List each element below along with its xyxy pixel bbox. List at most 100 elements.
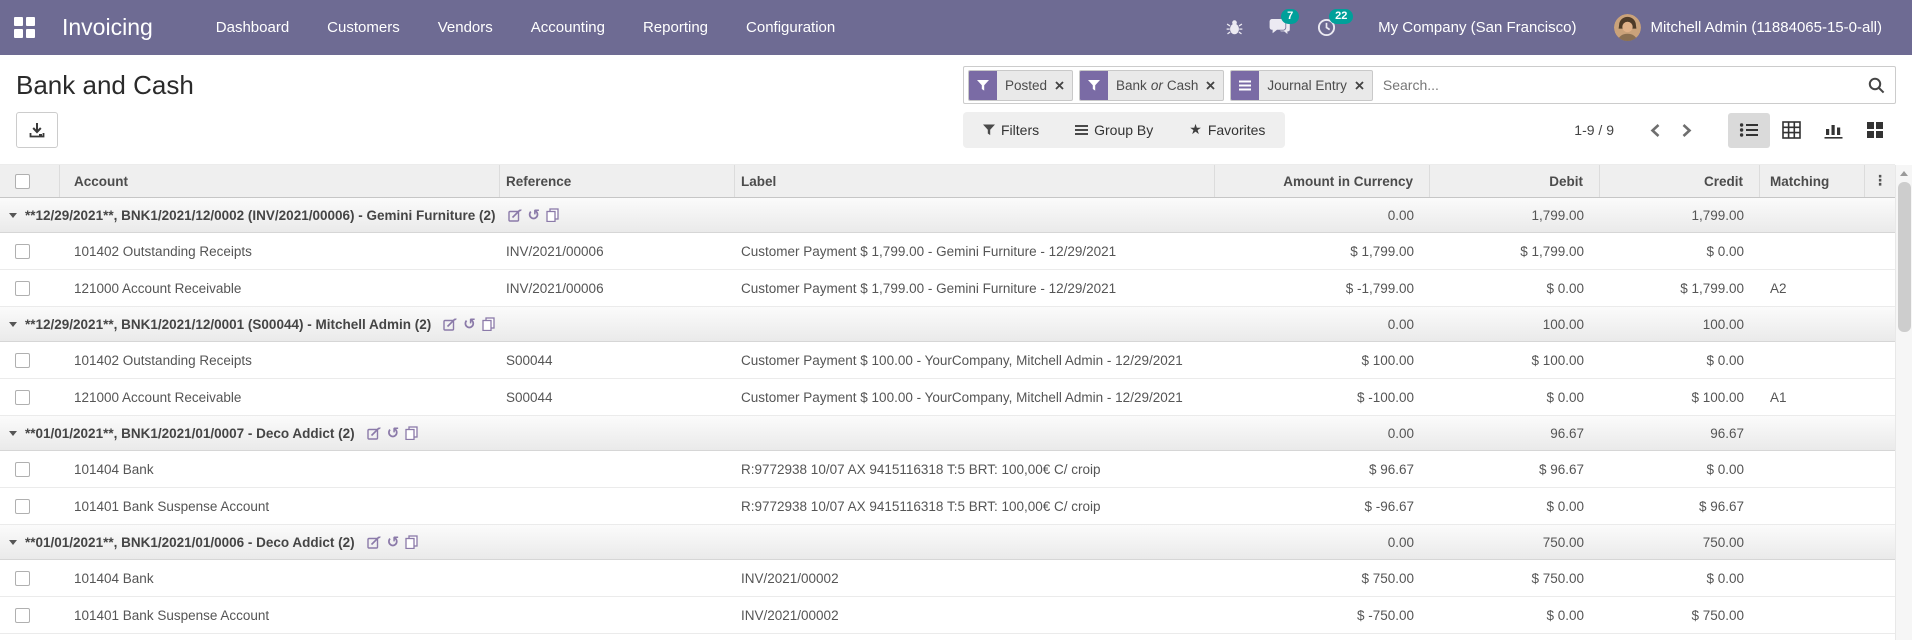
cell-matching: A2	[1770, 280, 1787, 296]
menu-dashboard[interactable]: Dashboard	[197, 0, 308, 55]
menu-accounting[interactable]: Accounting	[512, 0, 624, 55]
cell-label: R:9772938 10/07 AX 9415116318 T:5 BRT: 1…	[741, 461, 1101, 477]
journal-item-row[interactable]: 101404 Bank INV/2021/00002 $ 750.00 $ 75…	[0, 560, 1895, 597]
duplicate-icon[interactable]	[405, 535, 418, 549]
graph-view-button[interactable]	[1812, 113, 1854, 148]
header-reference[interactable]: Reference	[500, 165, 735, 197]
edit-icon[interactable]	[366, 535, 381, 549]
select-all-checkbox[interactable]	[15, 173, 30, 189]
group-label: **01/01/2021**, BNK1/2021/01/0006 - Deco…	[25, 534, 355, 550]
duplicate-icon[interactable]	[546, 208, 559, 222]
undo-icon[interactable]: ↺	[528, 207, 541, 222]
company-switcher[interactable]: My Company (San Francisco)	[1378, 19, 1576, 36]
search-input[interactable]	[1378, 77, 1860, 93]
cell-account: 101401 Bank Suspense Account	[74, 498, 270, 514]
menu-configuration[interactable]: Configuration	[727, 0, 854, 55]
undo-icon[interactable]: ↺	[463, 316, 476, 331]
undo-icon[interactable]: ↺	[387, 534, 400, 549]
remove-facet-icon[interactable]	[1206, 71, 1223, 100]
group-credit: 96.67	[1710, 425, 1744, 441]
group-amount: 0.00	[1387, 425, 1414, 441]
group-by-button[interactable]: Group By	[1075, 122, 1153, 138]
row-checkbox[interactable]	[15, 461, 30, 477]
header-debit[interactable]: Debit	[1430, 165, 1600, 197]
favorites-button[interactable]: ★ Favorites	[1189, 122, 1265, 138]
pager-next-icon[interactable]	[1671, 119, 1702, 142]
cell-account: 101402 Outstanding Receipts	[74, 243, 252, 259]
remove-facet-icon[interactable]	[1355, 71, 1372, 100]
edit-icon[interactable]	[443, 317, 458, 331]
kanban-view-button[interactable]	[1854, 113, 1896, 148]
undo-icon[interactable]: ↺	[387, 425, 400, 440]
header-amount-in-currency[interactable]: Amount in Currency	[1215, 165, 1430, 197]
journal-item-row[interactable]: 101401 Bank Suspense Account INV/2021/00…	[0, 597, 1895, 634]
scrollbar-up-arrow[interactable]	[1896, 165, 1912, 181]
pager-previous-icon[interactable]	[1640, 119, 1671, 142]
header-matching[interactable]: Matching	[1760, 165, 1865, 197]
user-menu[interactable]: Mitchell Admin (11884065-15-0-all)	[1614, 14, 1882, 41]
row-checkbox[interactable]	[15, 352, 30, 368]
row-checkbox[interactable]	[15, 389, 30, 405]
group-amount: 0.00	[1387, 207, 1414, 223]
journal-item-row[interactable]: 121000 Account Receivable S00044 Custome…	[0, 379, 1895, 416]
duplicate-icon[interactable]	[482, 317, 495, 331]
journal-item-row[interactable]: 121000 Account Receivable INV/2021/00006…	[0, 270, 1895, 307]
messages-icon[interactable]: 7	[1269, 9, 1300, 37]
cell-credit: $ 100.00	[1691, 389, 1744, 405]
group-row[interactable]: **01/01/2021**, BNK1/2021/01/0006 - Deco…	[0, 525, 1895, 560]
pivot-view-button[interactable]	[1770, 113, 1812, 148]
group-actions: ↺	[443, 316, 501, 331]
app-name[interactable]: Invoicing	[62, 14, 153, 41]
facet-posted: Posted	[968, 69, 1074, 101]
cell-account: 101401 Bank Suspense Account	[74, 607, 270, 623]
scrollbar-thumb[interactable]	[1898, 182, 1911, 332]
menu-vendors[interactable]: Vendors	[419, 0, 512, 55]
header-label[interactable]: Label	[735, 165, 1215, 197]
edit-icon[interactable]	[366, 426, 381, 440]
activities-clock-icon[interactable]: 22	[1317, 9, 1354, 37]
list-view-button[interactable]	[1728, 112, 1770, 148]
journal-item-row[interactable]: 101404 Bank R:9772938 10/07 AX 941511631…	[0, 451, 1895, 488]
table-body: **12/29/2021**, BNK1/2021/12/0002 (INV/2…	[0, 198, 1912, 634]
journal-item-row[interactable]: 101401 Bank Suspense Account R:9772938 1…	[0, 488, 1895, 525]
group-label: **12/29/2021**, BNK1/2021/12/0002 (INV/2…	[25, 207, 496, 223]
caret-down-icon[interactable]	[9, 539, 17, 545]
optional-columns-cell: ⋮	[1865, 165, 1895, 197]
cell-label: Customer Payment $ 1,799.00 - Gemini Fur…	[741, 243, 1117, 259]
journal-item-row[interactable]: 101402 Outstanding Receipts S00044 Custo…	[0, 342, 1895, 379]
search-icon[interactable]	[1868, 77, 1885, 94]
export-button[interactable]	[16, 112, 58, 148]
menu-customers[interactable]: Customers	[308, 0, 419, 55]
search-options-bar: Filters Group By ★ Favorites	[963, 112, 1286, 148]
filters-button[interactable]: Filters	[983, 122, 1039, 138]
main-menu: Dashboard Customers Vendors Accounting R…	[197, 0, 854, 55]
caret-down-icon[interactable]	[9, 212, 17, 218]
group-header-cell: **01/01/2021**, BNK1/2021/01/0006 - Deco…	[0, 534, 1215, 550]
control-panel-buttons: Filters Group By ★ Favorites 1-9 / 9	[0, 112, 1912, 148]
edit-icon[interactable]	[507, 208, 522, 222]
header-credit[interactable]: Credit	[1600, 165, 1760, 197]
row-checkbox[interactable]	[15, 280, 30, 296]
caret-down-icon[interactable]	[9, 321, 17, 327]
user-avatar	[1614, 14, 1642, 41]
apps-menu-icon[interactable]	[14, 16, 36, 39]
group-row[interactable]: **12/29/2021**, BNK1/2021/12/0001 (S0004…	[0, 307, 1895, 342]
remove-facet-icon[interactable]	[1055, 71, 1072, 100]
row-checkbox[interactable]	[15, 243, 30, 259]
optional-columns-icon[interactable]: ⋮	[1873, 173, 1887, 189]
row-checkbox[interactable]	[15, 498, 30, 514]
cell-amount-in-currency: $ -100.00	[1356, 389, 1414, 405]
cell-reference: S00044	[506, 389, 553, 405]
row-checkbox[interactable]	[15, 607, 30, 623]
group-row[interactable]: **12/29/2021**, BNK1/2021/12/0002 (INV/2…	[0, 198, 1895, 233]
menu-reporting[interactable]: Reporting	[624, 0, 727, 55]
cell-reference: INV/2021/00006	[506, 280, 604, 296]
journal-item-row[interactable]: 101402 Outstanding Receipts INV/2021/000…	[0, 233, 1895, 270]
debug-bug-icon[interactable]	[1226, 19, 1243, 36]
header-account[interactable]: Account	[60, 165, 500, 197]
caret-down-icon[interactable]	[9, 430, 17, 436]
group-row[interactable]: **01/01/2021**, BNK1/2021/01/0007 - Deco…	[0, 416, 1895, 451]
row-checkbox[interactable]	[15, 570, 30, 586]
duplicate-icon[interactable]	[405, 426, 418, 440]
filter-icon	[1080, 70, 1109, 100]
